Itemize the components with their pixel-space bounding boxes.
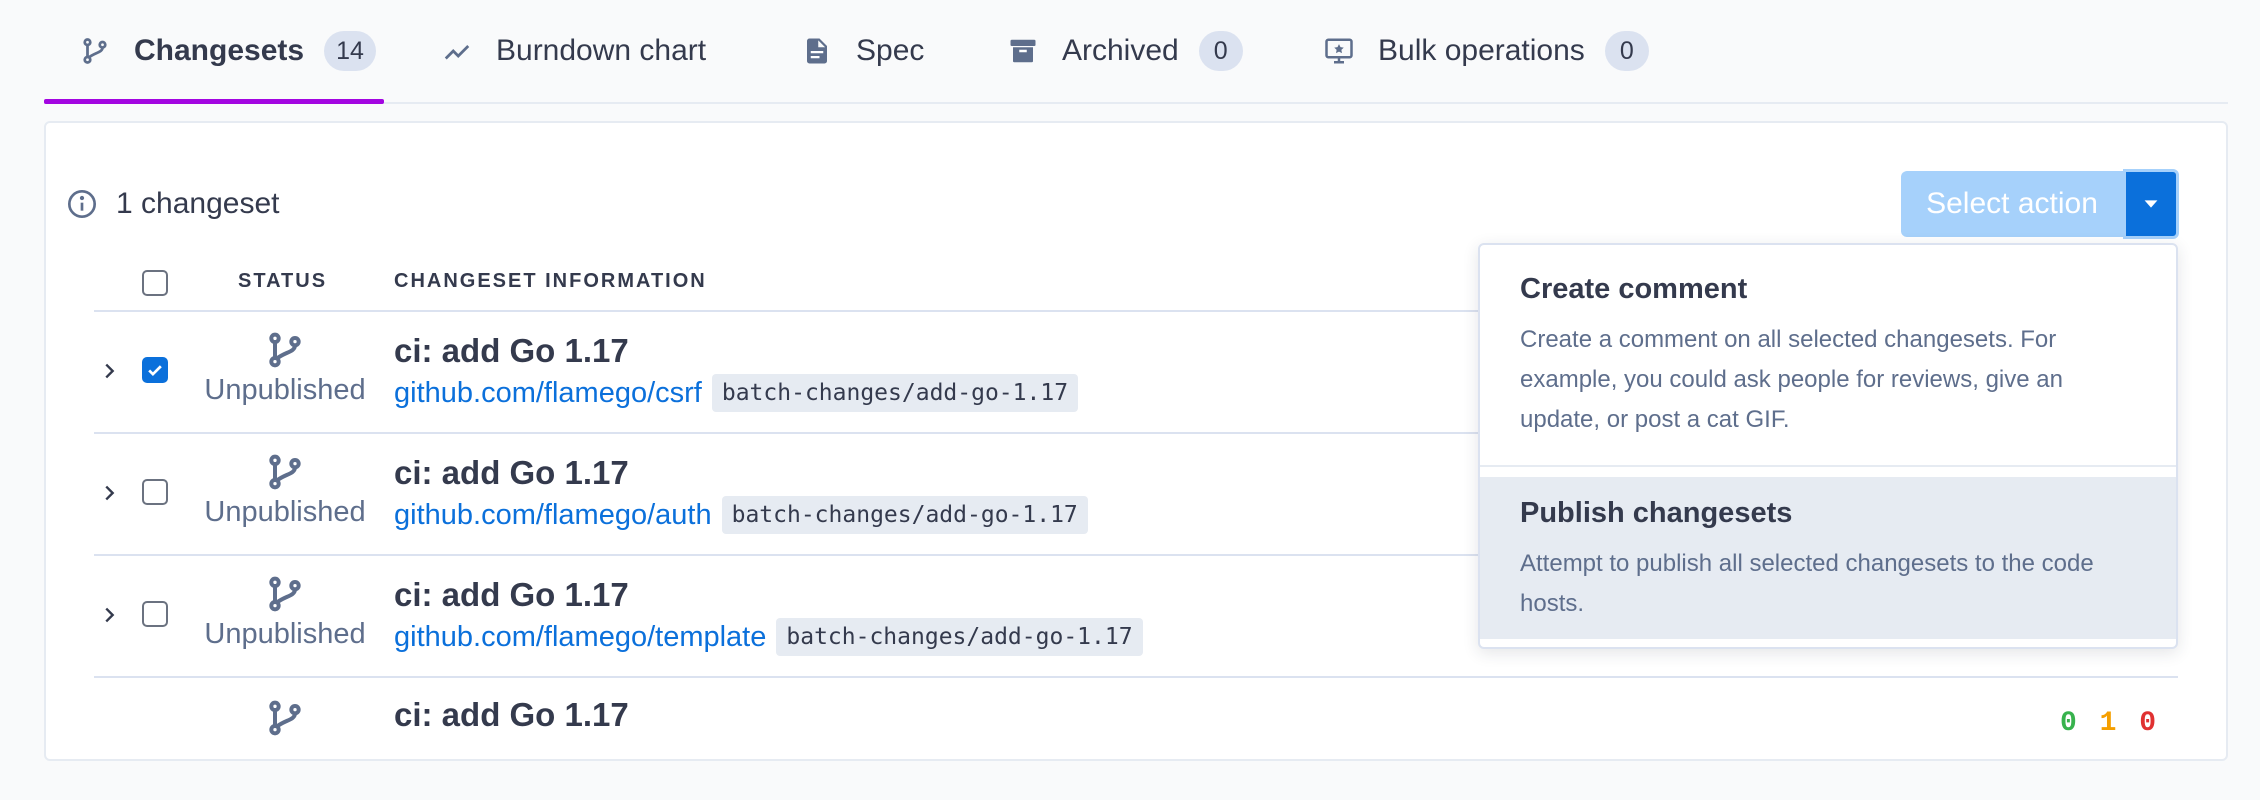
changeset-status: Unpublished: [194, 330, 376, 407]
repo-link[interactable]: github.com/flamego/auth: [394, 499, 712, 532]
changeset-summary: 1 changeset: [66, 182, 279, 226]
info-icon: [68, 190, 96, 218]
archive-icon: [1006, 34, 1040, 68]
info-column-header: CHANGESET INFORMATION: [394, 270, 707, 292]
file-document-icon: [800, 34, 834, 68]
tab-label: Bulk operations: [1378, 34, 1585, 67]
repo-link[interactable]: github.com/flamego/template: [394, 621, 766, 654]
branch-name: batch-changes/add-go-1.17: [776, 618, 1143, 656]
menu-item-title: Publish changesets: [1520, 497, 1793, 529]
diff-changed-count: 1: [2099, 708, 2117, 739]
tab-label: Burndown chart: [496, 34, 707, 67]
branch-icon: [269, 576, 301, 612]
branch-name: batch-changes/add-go-1.17: [711, 374, 1079, 412]
checkmark-icon: [148, 365, 162, 377]
count-badge: 0: [1198, 31, 1243, 71]
chevron-right-icon[interactable]: [98, 358, 120, 384]
changeset-meta: github.com/flamego/auth batch-changes/ad…: [394, 496, 1088, 534]
tab-spec[interactable]: Spec: [800, 0, 924, 102]
count-badge: 14: [324, 31, 376, 71]
select-action-dropdown-toggle[interactable]: [2123, 169, 2179, 239]
tab-label: Changesets: [134, 34, 305, 67]
menu-item-description: Attempt to publish all selected changese…: [1520, 550, 2094, 617]
changeset-title: ci: add Go 1.17: [394, 696, 629, 733]
status-label: Unpublished: [204, 374, 366, 406]
branch-icon: [269, 700, 301, 736]
changeset-meta: github.com/flamego/template batch-change…: [394, 618, 1143, 656]
diff-deleted-count: 0: [2139, 708, 2157, 739]
changeset-meta: github.com/flamego/csrf batch-changes/ad…: [394, 374, 1079, 412]
menu-item-description: Create a comment on all selected changes…: [1520, 326, 2063, 433]
tab-bar: Changesets 14 Burndown chart Spec Archiv…: [44, 0, 2228, 104]
changeset-title: ci: add Go 1.17: [394, 332, 629, 369]
menu-item-title: Create comment: [1520, 273, 1748, 305]
menu-item-publish-changesets[interactable]: Publish changesets Attempt to publish al…: [1480, 477, 2176, 639]
tab-changesets[interactable]: Changesets 14: [44, 0, 384, 104]
changeset-title: ci: add Go 1.17: [394, 576, 629, 613]
diff-added-count: 0: [2060, 708, 2077, 739]
select-all-checkbox[interactable]: [142, 270, 168, 296]
status-label: Unpublished: [204, 496, 366, 528]
row-checkbox[interactable]: [142, 357, 168, 383]
tab-archived[interactable]: Archived 0: [1006, 0, 1243, 102]
tab-label: Archived: [1062, 34, 1179, 67]
menu-divider: [1480, 465, 2176, 467]
changeset-status: Unpublished: [194, 574, 376, 651]
caret-down-icon: [2144, 200, 2158, 208]
chevron-right-icon[interactable]: [98, 480, 120, 506]
monitor-star-icon: [1322, 34, 1356, 68]
row-checkbox[interactable]: [142, 479, 168, 505]
count-badge: 0: [1604, 31, 1649, 71]
tab-bulk-operations[interactable]: Bulk operations 0: [1322, 0, 1649, 102]
branch-icon: [78, 34, 112, 68]
status-label: Unpublished: [204, 618, 366, 650]
menu-item-create-comment[interactable]: Create comment Create a comment on all s…: [1480, 273, 2176, 440]
chart-line-icon: [440, 34, 474, 68]
diff-stat: 0 1 0: [2060, 708, 2156, 739]
repo-link[interactable]: github.com/flamego/csrf: [394, 377, 702, 410]
changeset-status: Unpublished: [194, 452, 376, 529]
table-row: ci: add Go 1.17: [94, 678, 2178, 800]
changeset-title: ci: add Go 1.17: [394, 454, 629, 491]
select-action-button[interactable]: Select action: [1901, 171, 2123, 237]
chevron-right-icon[interactable]: [98, 602, 120, 628]
branch-name: batch-changes/add-go-1.17: [721, 496, 1088, 534]
tab-burndown-chart[interactable]: Burndown chart: [440, 0, 706, 102]
row-checkbox[interactable]: [142, 601, 168, 627]
changeset-count: 1 changeset: [116, 187, 280, 220]
branch-icon: [269, 454, 301, 490]
branch-icon: [269, 332, 301, 368]
tab-label: Spec: [856, 34, 925, 67]
bulk-action-menu: Create comment Create a comment on all s…: [1478, 243, 2178, 649]
changeset-status: [194, 698, 376, 742]
status-column-header: STATUS: [238, 270, 328, 292]
